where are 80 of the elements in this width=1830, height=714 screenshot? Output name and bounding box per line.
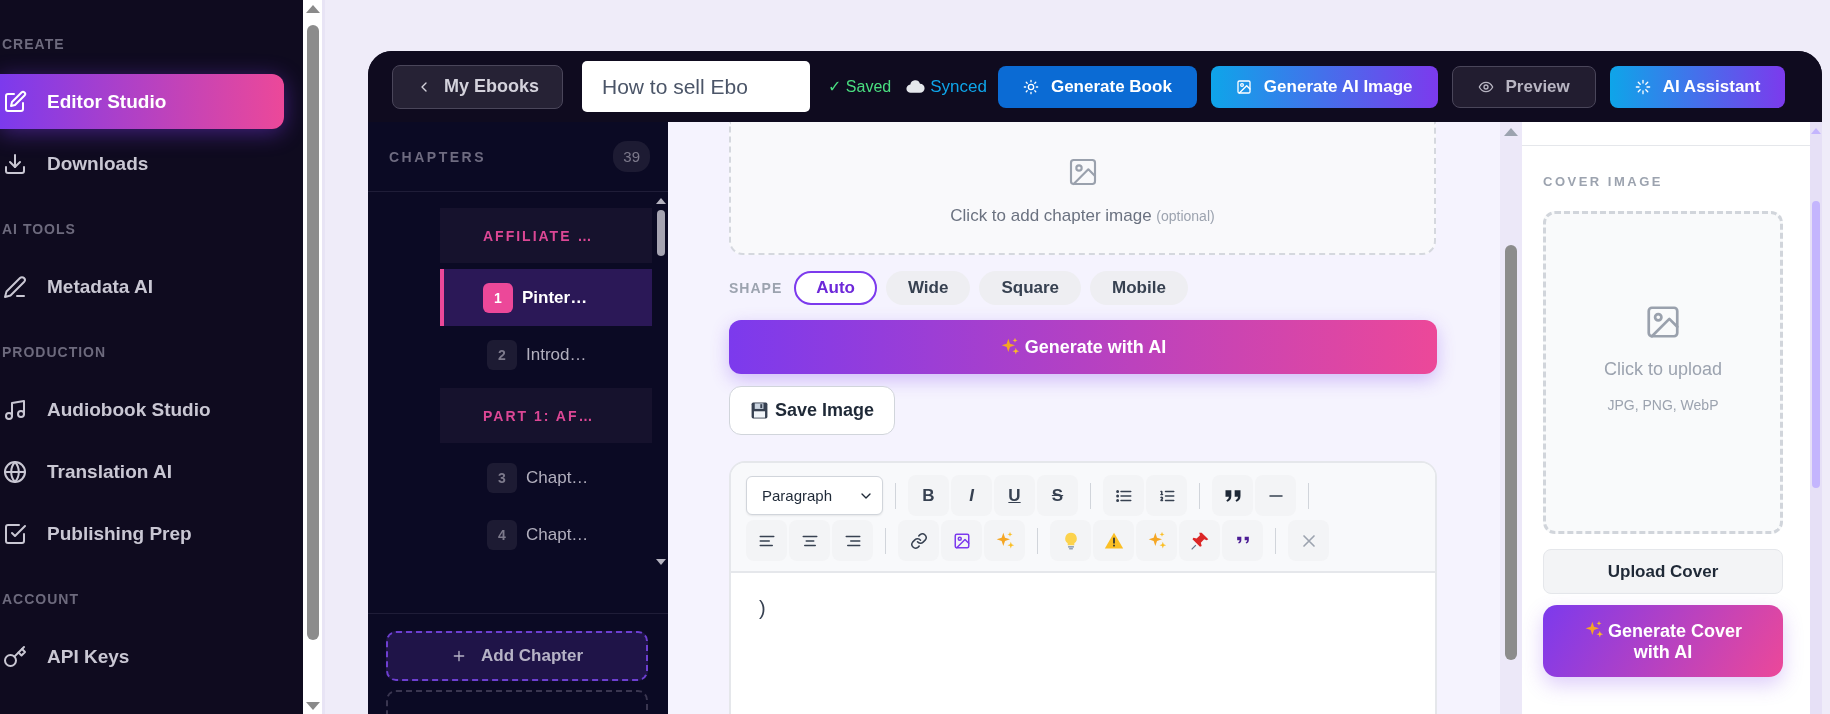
chapter-item[interactable]: 4 Chapt… — [440, 506, 652, 563]
section-heading: ACCOUNT — [1, 591, 80, 609]
sync-status: Synced — [905, 76, 987, 97]
scrollbar[interactable] — [303, 0, 325, 714]
scrollbar-thumb[interactable] — [1505, 245, 1517, 660]
scrollbar[interactable] — [1500, 122, 1522, 714]
chapter-title: Introd… — [526, 344, 587, 365]
format-button[interactable]: S — [1037, 475, 1078, 516]
chapter-title: Chapt… — [526, 467, 589, 488]
shape-option[interactable]: Wide — [885, 271, 971, 305]
sun-icon — [1022, 78, 1039, 95]
save-status: ✓ Saved — [828, 77, 892, 96]
count-badge: 39 — [613, 141, 650, 172]
chapter-number: 1 — [483, 282, 513, 313]
add-chapter-button[interactable]: Add Chapter — [386, 631, 648, 681]
sidebar-item[interactable]: Publishing Prep — [0, 506, 284, 561]
pushpin-icon[interactable] — [1189, 530, 1210, 551]
chapter-title: Pinter… — [522, 287, 588, 308]
image-dropzone[interactable]: Click to add chapter image (optional) — [729, 122, 1436, 255]
format-button[interactable]: B — [908, 475, 949, 516]
scroll-down-arrow[interactable] — [656, 559, 666, 565]
chapter-title: Chapt… — [526, 524, 589, 545]
scrollbar-thumb[interactable] — [306, 25, 319, 640]
upload-cover-button[interactable]: Upload Cover — [1543, 549, 1783, 594]
chapter-item[interactable]: 1 Pinter… — [440, 269, 652, 326]
pen-icon — [3, 274, 27, 299]
sparkles-icon — [999, 337, 1020, 357]
format-button[interactable]: I — [951, 475, 992, 516]
sidebar-item[interactable]: API Keys — [0, 629, 284, 684]
sidebar-item[interactable]: Translation AI — [0, 444, 284, 499]
shape-option[interactable]: Square — [979, 271, 1082, 305]
image-icon — [1235, 78, 1252, 95]
upload-prompt: Click to upload — [1603, 358, 1723, 380]
section-heading: PRODUCTION — [1, 344, 108, 362]
back-button[interactable]: My Ebooks — [392, 64, 563, 109]
globe-icon — [3, 459, 27, 484]
shape-option[interactable]: Auto — [794, 271, 877, 305]
chapter-number: 4 — [487, 519, 517, 550]
sidebar-item[interactable]: Editor Studio — [0, 74, 284, 129]
save-image-button[interactable]: Save Image — [729, 386, 896, 435]
format-dropdown[interactable]: Paragraph — [746, 476, 883, 515]
music-icon — [3, 397, 27, 422]
link-icon[interactable] — [909, 531, 928, 550]
scrollbar[interactable] — [1810, 122, 1822, 714]
generate-cover-button[interactable]: Generate Cover with AI — [1543, 605, 1783, 677]
section-heading: AI TOOLS — [1, 221, 77, 239]
image-icon[interactable] — [952, 531, 971, 550]
field-label: SHAPE — [729, 280, 783, 296]
loader-icon — [1634, 78, 1651, 95]
chapter-number: 2 — [487, 339, 517, 370]
generate-button[interactable]: Generate with AI — [729, 320, 1437, 374]
scrollbar-thumb[interactable] — [1812, 201, 1820, 488]
checkbox-icon — [3, 521, 27, 546]
sidebar-item[interactable]: Downloads — [0, 136, 284, 191]
shape-option[interactable]: Mobile — [1090, 271, 1188, 305]
dropzone-text: Click to add chapter image (optional) — [950, 205, 1215, 226]
plus-icon — [451, 648, 467, 664]
title-field[interactable]: How to sell Ebo — [582, 61, 810, 112]
panel-heading: CHAPTERS — [389, 148, 486, 165]
toolbar-button[interactable]: AI Assistant — [1609, 65, 1786, 108]
chapter-number: 3 — [487, 462, 517, 493]
toolbar-button[interactable]: Preview — [1451, 65, 1596, 108]
download-icon — [3, 151, 27, 176]
part-header[interactable]: AFFILIATE … — [440, 208, 652, 263]
editor-text[interactable]: ) — [759, 597, 766, 620]
edit-icon — [3, 89, 27, 114]
chapter-item[interactable]: 2 Introd… — [440, 326, 652, 383]
scroll-up-arrow[interactable] — [656, 198, 666, 204]
scrollbar-thumb[interactable] — [657, 210, 665, 256]
section-heading: CREATE — [1, 36, 66, 54]
toolbar-button[interactable]: Generate Book — [997, 65, 1197, 108]
file-formats: JPG, PNG, WebP — [1607, 396, 1719, 413]
sidebar-item[interactable]: Metadata AI — [0, 259, 284, 314]
format-button[interactable]: U — [994, 475, 1035, 516]
part-header[interactable]: PART 1: AF… — [440, 388, 652, 443]
chapter-item[interactable]: 3 Chapt… — [440, 449, 652, 506]
key-icon — [3, 644, 27, 669]
sparkles-icon — [1583, 619, 1604, 640]
sidebar-item[interactable]: Audiobook Studio — [0, 382, 284, 437]
toolbar-button[interactable]: Generate AI Image — [1210, 65, 1438, 108]
